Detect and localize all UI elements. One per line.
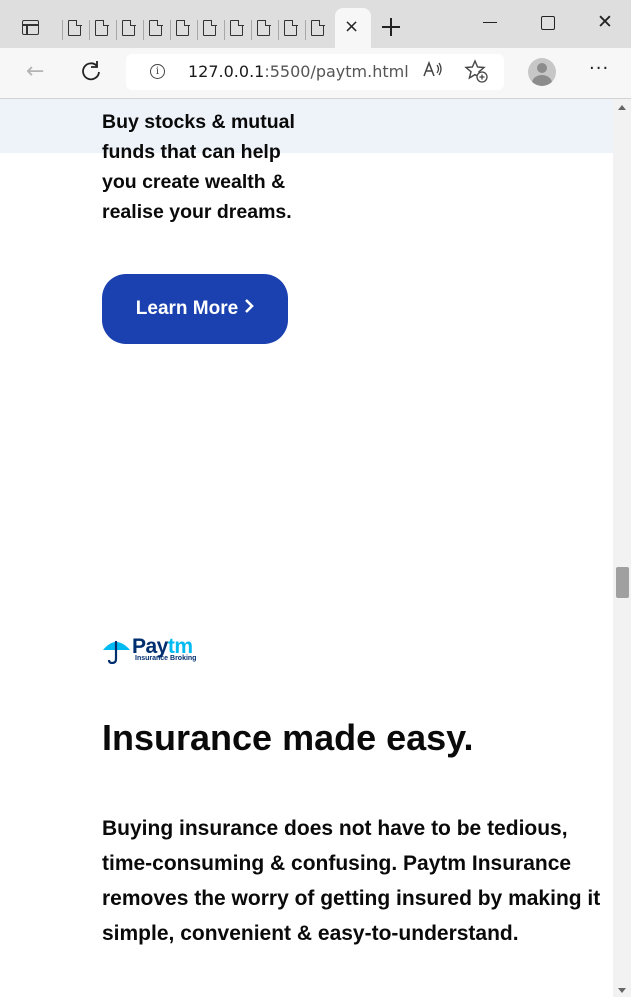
page-icon xyxy=(230,19,244,36)
page-icon xyxy=(122,19,136,36)
plus-icon[interactable] xyxy=(380,16,402,38)
tab-actions-icon[interactable] xyxy=(18,16,42,40)
reload-icon[interactable] xyxy=(80,60,102,82)
logo-subtitle: Insurance Broking xyxy=(135,655,197,662)
scroll-down-icon[interactable] xyxy=(618,988,626,993)
browser-tab[interactable] xyxy=(305,10,332,48)
address-bar[interactable]: i 127.0.0.1:5500/paytm.html xyxy=(126,54,504,90)
browser-tab[interactable] xyxy=(278,10,305,48)
more-icon[interactable]: ··· xyxy=(589,58,609,79)
add-favorite-icon[interactable] xyxy=(464,59,488,88)
page-icon xyxy=(176,19,190,36)
promo-text: Buy stocks & mutual funds that can help … xyxy=(102,111,295,223)
learn-more-label: Learn More xyxy=(135,298,239,319)
browser-tab[interactable] xyxy=(89,10,116,48)
page-icon xyxy=(95,19,109,36)
umbrella-icon xyxy=(102,638,132,668)
profile-icon[interactable] xyxy=(528,58,556,86)
browser-tab[interactable] xyxy=(170,10,197,48)
section-headline: Insurance made easy. xyxy=(102,717,474,758)
page-icon xyxy=(149,19,163,36)
tabs-row xyxy=(62,10,332,48)
page-icon xyxy=(257,19,271,36)
vertical-scrollbar[interactable] xyxy=(613,99,631,997)
url-host: 127.0.0.1 xyxy=(188,62,265,81)
browser-tab[interactable] xyxy=(116,10,143,48)
learn-more-button[interactable]: Learn More xyxy=(102,274,288,344)
close-window-icon[interactable]: ✕ xyxy=(597,12,613,32)
page-icon xyxy=(68,19,82,36)
browser-tab[interactable] xyxy=(143,10,170,48)
chevron-right-icon xyxy=(244,298,255,320)
browser-toolbar: ← i 127.0.0.1:5500/paytm.html ··· xyxy=(0,48,631,99)
read-aloud-icon[interactable] xyxy=(422,60,444,85)
minimize-icon[interactable] xyxy=(483,22,497,24)
browser-tab[interactable] xyxy=(62,10,89,48)
close-icon[interactable]: × xyxy=(344,18,359,36)
tab-strip: × ✕ xyxy=(0,0,631,48)
browser-tab[interactable] xyxy=(224,10,251,48)
scrollbar-thumb[interactable] xyxy=(616,567,629,598)
url-path: :5500/paytm.html xyxy=(264,62,409,81)
url-text[interactable]: 127.0.0.1:5500/paytm.html xyxy=(188,62,409,81)
page-icon xyxy=(311,19,325,36)
page-icon xyxy=(284,19,298,36)
paytm-insurance-logo: Paytm Insurance Broking xyxy=(102,635,212,665)
active-tab[interactable]: × xyxy=(335,8,371,48)
back-arrow-icon[interactable]: ← xyxy=(26,60,44,84)
page-icon xyxy=(203,19,217,36)
browser-tab[interactable] xyxy=(251,10,278,48)
browser-tab[interactable] xyxy=(197,10,224,48)
scroll-up-icon[interactable] xyxy=(618,105,626,110)
maximize-icon[interactable] xyxy=(541,16,555,30)
page-viewport: Buy stocks & mutual funds that can help … xyxy=(0,99,631,997)
section-body-text: Buying insurance does not have to be ted… xyxy=(102,817,601,945)
info-icon[interactable]: i xyxy=(150,64,165,79)
